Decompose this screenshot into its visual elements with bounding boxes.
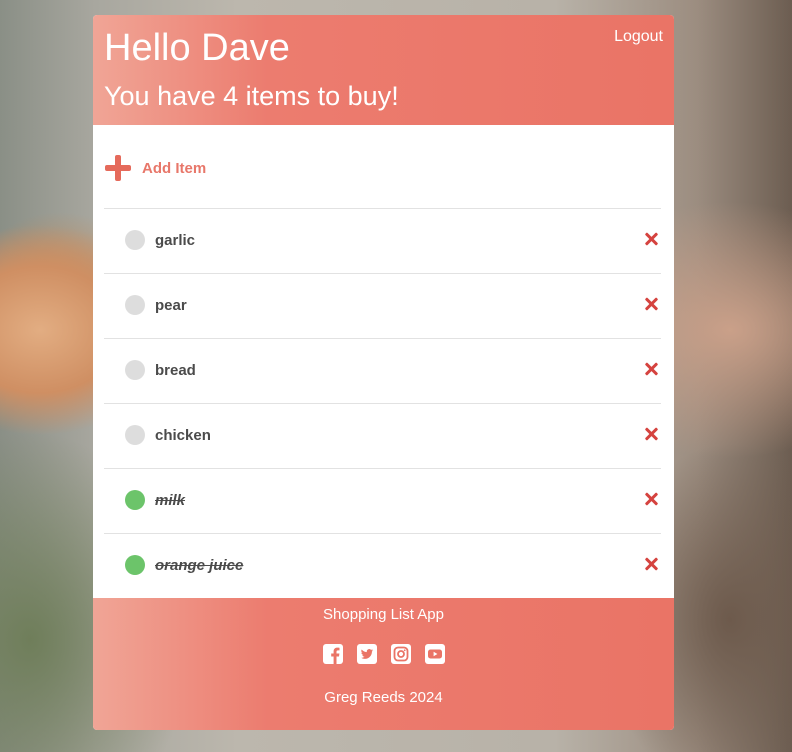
- delete-icon[interactable]: [641, 424, 661, 444]
- item-list: garlic pear bread chicken milk orange ju…: [104, 208, 661, 598]
- toggle-status[interactable]: [125, 425, 145, 445]
- item-name: bread: [155, 362, 196, 379]
- list-item: bread: [104, 338, 661, 403]
- footer: Shopping List App Greg Reeds 2024: [93, 598, 674, 730]
- list-item: milk: [104, 468, 661, 533]
- copyright: Greg Reeds 2024: [324, 689, 443, 706]
- app-name: Shopping List App: [323, 606, 444, 623]
- toggle-status[interactable]: [125, 360, 145, 380]
- add-item-label: Add Item: [142, 159, 207, 177]
- delete-icon[interactable]: [641, 359, 661, 379]
- item-name: orange juice: [155, 557, 244, 574]
- greeting: Hello Dave: [104, 27, 290, 69]
- list-item: pear: [104, 273, 661, 338]
- toggle-status[interactable]: [125, 490, 145, 510]
- shopping-list-card: Hello Dave You have 4 items to buy! Logo…: [93, 15, 674, 730]
- logout-link[interactable]: Logout: [614, 28, 663, 46]
- item-name: pear: [155, 297, 187, 314]
- item-name: garlic: [155, 232, 196, 249]
- list-item: garlic: [104, 208, 661, 273]
- list-item: orange juice: [104, 533, 661, 598]
- header: Hello Dave You have 4 items to buy! Logo…: [93, 15, 674, 125]
- list-item: chicken: [104, 403, 661, 468]
- instagram-icon[interactable]: [390, 643, 412, 665]
- toggle-status[interactable]: [125, 295, 145, 315]
- item-name: chicken: [155, 427, 211, 444]
- youtube-icon[interactable]: [424, 643, 446, 665]
- delete-icon[interactable]: [641, 554, 661, 574]
- delete-icon[interactable]: [641, 229, 661, 249]
- item-name: milk: [155, 492, 186, 509]
- items-summary: You have 4 items to buy!: [104, 81, 399, 111]
- social-links: [93, 643, 674, 665]
- plus-icon: [105, 155, 131, 181]
- delete-icon[interactable]: [641, 294, 661, 314]
- facebook-icon[interactable]: [322, 643, 344, 665]
- toggle-status[interactable]: [125, 555, 145, 575]
- twitter-icon[interactable]: [356, 643, 378, 665]
- toggle-status[interactable]: [125, 230, 145, 250]
- add-item-button[interactable]: Add Item: [105, 155, 206, 181]
- delete-icon[interactable]: [641, 489, 661, 509]
